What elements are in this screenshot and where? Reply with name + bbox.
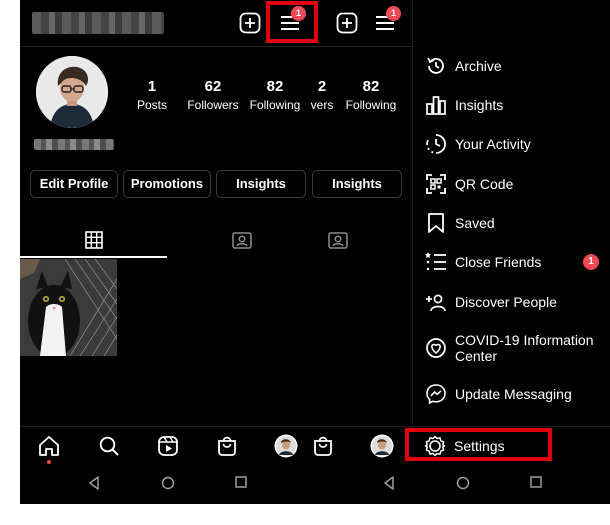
grid-icon	[84, 231, 103, 249]
menu-item-covid-info[interactable]: COVID-19 Information Center	[413, 329, 610, 367]
menu-label-qr-code: QR Code	[455, 176, 514, 192]
recents-icon[interactable]	[235, 476, 247, 488]
posts-label: Posts	[136, 98, 167, 112]
reels-icon[interactable]	[157, 435, 179, 457]
grid-post-thumbnail[interactable]	[20, 259, 117, 356]
profile-avatar-icon[interactable]	[274, 434, 298, 458]
bottom-navigation: Settings	[20, 426, 610, 464]
add-person-icon	[426, 294, 446, 312]
menu-item-insights[interactable]: Insights	[413, 93, 610, 117]
home-circle-icon[interactable]	[161, 476, 175, 490]
recents-icon[interactable]	[530, 476, 542, 488]
cat-photo	[20, 259, 117, 356]
tab-grid[interactable]	[20, 222, 167, 258]
edit-profile-button[interactable]: Edit Profile	[30, 170, 118, 198]
menu-label-archive: Archive	[455, 58, 502, 74]
menu-label-saved: Saved	[455, 215, 495, 231]
menu-item-saved[interactable]: Saved	[413, 211, 610, 235]
posts-count: 1	[147, 78, 157, 95]
new-post-icon[interactable]	[239, 12, 261, 34]
messenger-icon	[426, 384, 446, 405]
blurred-username	[32, 12, 164, 34]
following-count: 82	[362, 78, 380, 95]
menu-label-insights: Insights	[455, 97, 504, 113]
menu-item-your-activity[interactable]: Your Activity	[413, 132, 610, 156]
menu-item-close-friends[interactable]: Close Friends 1	[413, 250, 610, 274]
stat-followers-cropped[interactable]: 2 vers	[309, 78, 335, 112]
tagged-person-icon	[328, 232, 348, 249]
insights-icon	[426, 96, 446, 115]
followers-label-cropped: vers	[310, 98, 334, 112]
new-post-icon[interactable]	[336, 12, 358, 34]
followers-label: Followers	[187, 98, 239, 112]
divider	[20, 46, 412, 47]
stat-posts[interactable]: 1 Posts	[130, 78, 174, 112]
following-label: Following	[345, 98, 397, 112]
menu-label-your-activity: Your Activity	[455, 136, 531, 152]
shop-icon[interactable]	[216, 435, 238, 457]
menu-label-update-messaging: Update Messaging	[455, 386, 572, 402]
qr-code-icon	[426, 174, 446, 194]
active-tab-indicator	[20, 256, 167, 258]
menu-label-discover-people: Discover People	[455, 294, 557, 310]
menu-item-qr-code[interactable]: QR Code	[413, 172, 610, 196]
following-label: Following	[249, 98, 301, 112]
menu-label-close-friends: Close Friends	[455, 254, 542, 270]
following-count: 82	[266, 78, 284, 95]
avatar-image	[36, 56, 108, 128]
insights-button-2[interactable]: Insights	[312, 170, 402, 198]
followers-count: 62	[204, 78, 222, 95]
tagged-person-icon	[232, 232, 252, 249]
stat-following-2[interactable]: 82 Following	[340, 78, 402, 112]
covid-info-icon	[426, 338, 446, 358]
highlight-box-settings	[405, 428, 552, 461]
menu-item-archive[interactable]: Archive	[413, 54, 610, 78]
archive-icon	[427, 57, 444, 74]
back-icon[interactable]	[383, 476, 395, 490]
system-navigation-bar	[20, 464, 610, 504]
back-icon[interactable]	[88, 476, 100, 490]
search-icon[interactable]	[98, 435, 120, 457]
activity-icon	[426, 134, 446, 154]
menu-label-covid-info: COVID-19 Information Center	[455, 332, 594, 364]
promotions-button[interactable]: Promotions	[123, 170, 211, 198]
profile-avatar[interactable]	[36, 56, 108, 128]
highlight-box-menu	[266, 1, 318, 43]
stat-followers[interactable]: 62 Followers	[182, 78, 244, 112]
insights-button[interactable]: Insights	[216, 170, 306, 198]
home-circle-icon[interactable]	[456, 476, 470, 490]
phone-screen: 1 1 1 Posts 62 Followers 82 Following 2 …	[20, 0, 610, 504]
profile-tabs	[20, 222, 412, 258]
menu-item-discover-people[interactable]: Discover People	[413, 290, 610, 314]
close-friends-icon	[425, 252, 446, 271]
followers-count-cropped: 2	[317, 78, 327, 95]
shop-icon[interactable]	[312, 435, 334, 457]
side-menu: Archive Insights Your Activity QR Code S…	[412, 0, 610, 426]
menu-item-update-messaging[interactable]: Update Messaging	[413, 382, 610, 406]
profile-avatar-icon[interactable]	[370, 434, 394, 458]
home-icon[interactable]	[38, 435, 60, 457]
tab-tagged-2[interactable]	[292, 222, 384, 258]
close-friends-badge: 1	[583, 254, 599, 270]
stat-following[interactable]: 82 Following	[244, 78, 306, 112]
blurred-bio	[34, 139, 114, 150]
menu-notification-badge: 1	[386, 6, 401, 21]
bookmark-icon	[428, 213, 444, 233]
